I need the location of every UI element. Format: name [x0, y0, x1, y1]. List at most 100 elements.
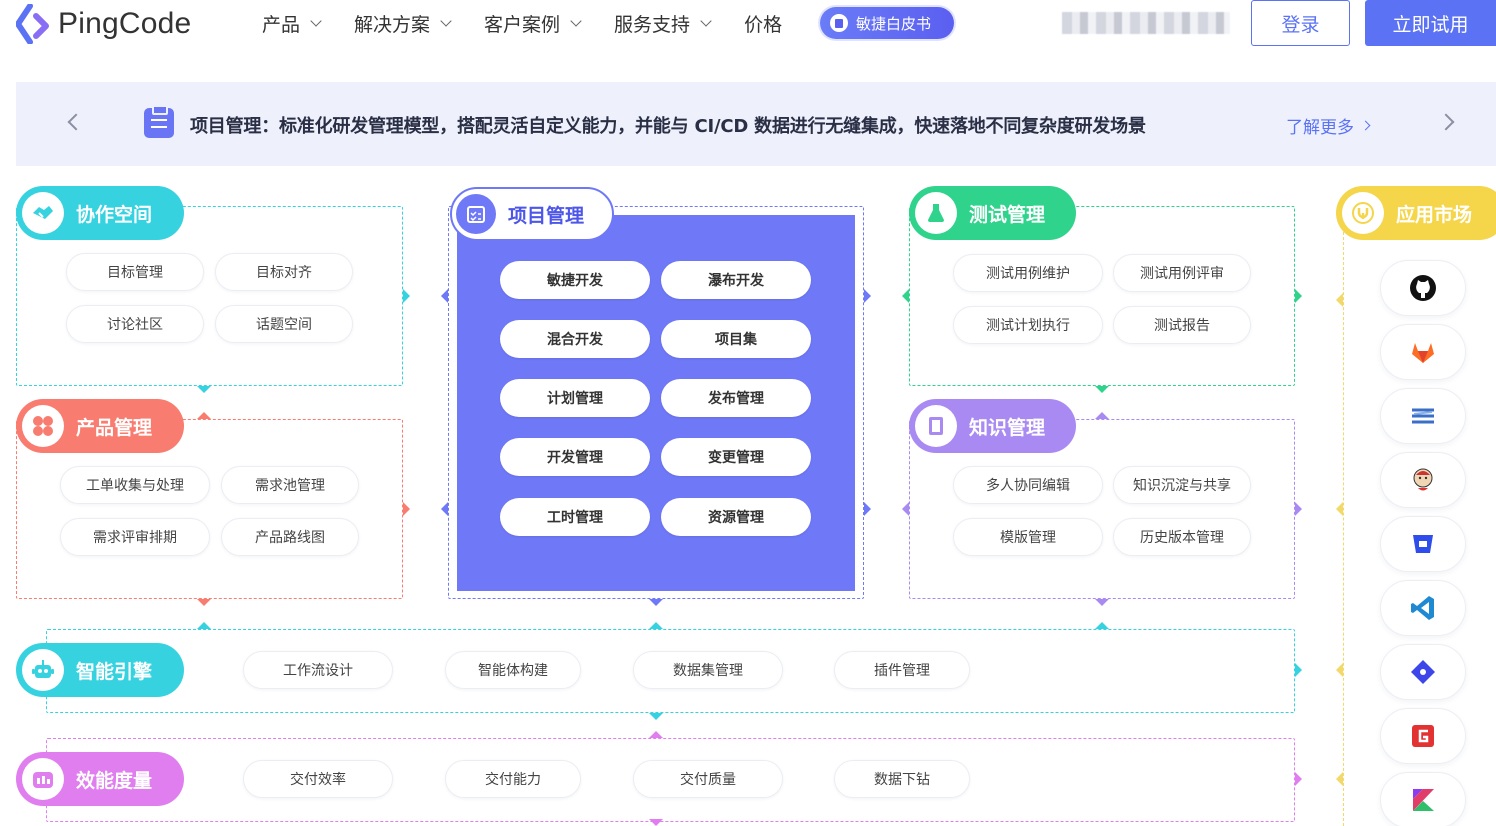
grid-icon: [22, 405, 64, 447]
connector-arrow: [441, 502, 448, 516]
chip-timesheet-management[interactable]: 工时管理: [500, 498, 650, 536]
ai-engine-header[interactable]: 智能引擎: [16, 643, 184, 697]
chip-delivery-quality[interactable]: 交付质量: [633, 760, 783, 798]
chip-test-case-maintenance[interactable]: 测试用例维护: [953, 254, 1103, 292]
git-icon: [1411, 660, 1435, 684]
nav-item-products[interactable]: 产品: [262, 10, 322, 37]
app-tile-github[interactable]: [1380, 260, 1466, 316]
chip-test-report[interactable]: 测试报告: [1113, 306, 1251, 344]
module-title: 智能引擎: [76, 660, 153, 683]
chip-template-management[interactable]: 模版管理: [953, 518, 1103, 556]
module-title: 项目管理: [508, 204, 585, 227]
chevron-right-icon[interactable]: [1437, 113, 1455, 131]
chip-dataset-management[interactable]: 数据集管理: [633, 651, 783, 689]
pingcode-logo-icon: [16, 4, 49, 44]
connector-arrow: [649, 819, 663, 826]
chip-waterfall-dev[interactable]: 瀑布开发: [661, 261, 811, 299]
chip-hybrid-dev[interactable]: 混合开发: [500, 320, 650, 358]
nav-item-support[interactable]: 服务支持: [614, 10, 712, 37]
module-title: 效能度量: [76, 769, 153, 792]
free-trial-button[interactable]: 立即试用: [1365, 0, 1496, 46]
connector-arrow: [902, 289, 909, 303]
app-tile-layers[interactable]: [1380, 388, 1466, 444]
jenkins-icon: [1413, 468, 1433, 491]
logo-text: PingCode: [58, 7, 192, 40]
chip-resource-management[interactable]: 资源管理: [661, 498, 811, 536]
connector-arrow: [649, 713, 663, 720]
knowledge-management-header[interactable]: 知识管理: [909, 399, 1076, 453]
learn-more-link[interactable]: 了解更多: [1286, 113, 1371, 138]
pingcode-logo[interactable]: PingCode: [16, 4, 191, 44]
testing-management-header[interactable]: 测试管理: [909, 186, 1076, 240]
chip-topic-space[interactable]: 话题空间: [215, 305, 353, 343]
connector-arrow: [1336, 293, 1343, 307]
chip-collab-editing[interactable]: 多人协同编辑: [953, 466, 1103, 504]
chip-requirement-review[interactable]: 需求评审排期: [60, 518, 210, 556]
chip-plugin-management[interactable]: 插件管理: [834, 651, 970, 689]
chip-delivery-capability[interactable]: 交付能力: [445, 760, 581, 798]
chip-requirement-pool[interactable]: 需求池管理: [221, 466, 359, 504]
app-tile-git[interactable]: [1380, 644, 1466, 700]
module-title: 产品管理: [76, 416, 153, 439]
app-tile-vscode[interactable]: [1380, 580, 1466, 636]
chip-discussion-community[interactable]: 讨论社区: [66, 305, 204, 343]
chevron-left-icon[interactable]: [67, 113, 85, 131]
connector-arrow: [1095, 599, 1109, 606]
chip-dev-management[interactable]: 开发管理: [500, 438, 650, 476]
learn-more-label: 了解更多: [1286, 118, 1354, 138]
connector-arrow: [1295, 502, 1302, 516]
collab-space-header[interactable]: 协作空间: [16, 186, 184, 240]
app-market-header[interactable]: 应用市场: [1336, 186, 1496, 240]
gitee-icon: [1412, 725, 1434, 747]
agile-whitepaper-badge[interactable]: 敏捷白皮书: [820, 7, 954, 39]
nav-label: 服务支持: [614, 13, 691, 36]
banner-text: 项目管理：标准化研发管理模型，搭配灵活自定义能力，并能与 CI/CD 数据进行无…: [190, 116, 1146, 137]
chip-goal-management[interactable]: 目标管理: [66, 253, 204, 291]
app-tile-jenkins[interactable]: [1380, 452, 1466, 508]
chip-plan-management[interactable]: 计划管理: [500, 379, 650, 417]
handshake-icon: [22, 192, 64, 234]
product-management-header[interactable]: 产品管理: [16, 399, 184, 453]
badge-label: 敏捷白皮书: [856, 14, 932, 33]
checklist-icon: [456, 194, 496, 234]
app-tile-kotlin[interactable]: [1380, 772, 1466, 826]
app-tile-gitlab[interactable]: [1380, 324, 1466, 380]
product-intro-banner: 项目管理：标准化研发管理模型，搭配灵活自定义能力，并能与 CI/CD 数据进行无…: [16, 82, 1496, 166]
site-header: PingCode 产品 解决方案 客户案例 服务支持 价格 敏捷白皮书 登录 立…: [0, 0, 1496, 62]
chip-test-plan-execution[interactable]: 测试计划执行: [953, 306, 1103, 344]
chip-agent-building[interactable]: 智能体构建: [445, 651, 581, 689]
chip-workflow-design[interactable]: 工作流设计: [243, 651, 393, 689]
nav-item-cases[interactable]: 客户案例: [484, 10, 582, 37]
app-tile-gitee[interactable]: [1380, 708, 1466, 764]
chip-data-drilldown[interactable]: 数据下钻: [834, 760, 970, 798]
chip-test-case-review[interactable]: 测试用例评审: [1113, 254, 1251, 292]
chip-ticket-handling[interactable]: 工单收集与处理: [60, 466, 210, 504]
nav-label: 价格: [744, 13, 783, 36]
checklist-icon: [144, 105, 174, 138]
chevron-down-icon: [570, 14, 582, 27]
book-icon: [915, 405, 957, 447]
chip-knowledge-sharing[interactable]: 知识沉淀与共享: [1113, 466, 1251, 504]
chip-product-roadmap[interactable]: 产品路线图: [221, 518, 359, 556]
metrics-header[interactable]: 效能度量: [16, 752, 184, 806]
module-title: 知识管理: [969, 416, 1046, 439]
chip-delivery-efficiency[interactable]: 交付效率: [243, 760, 393, 798]
connector-arrow: [197, 622, 211, 629]
chip-release-management[interactable]: 发布管理: [661, 379, 811, 417]
layers-icon: [1412, 408, 1434, 424]
login-button[interactable]: 登录: [1251, 0, 1350, 46]
chip-goal-alignment[interactable]: 目标对齐: [215, 253, 353, 291]
chip-change-management[interactable]: 变更管理: [661, 438, 811, 476]
nav-item-pricing[interactable]: 价格: [744, 10, 782, 37]
chip-program[interactable]: 项目集: [661, 320, 811, 358]
nav-item-solutions[interactable]: 解决方案: [354, 10, 452, 37]
app-tile-bitbucket[interactable]: [1380, 516, 1466, 572]
connector-arrow: [403, 289, 410, 303]
main-nav: 产品 解决方案 客户案例 服务支持 价格: [262, 8, 816, 38]
chip-agile-dev[interactable]: 敏捷开发: [500, 261, 650, 299]
connector-arrow: [649, 622, 663, 629]
dashboard-icon: [22, 758, 64, 800]
project-management-header[interactable]: 项目管理: [450, 187, 614, 241]
chip-version-history[interactable]: 历史版本管理: [1113, 518, 1251, 556]
connector-arrow: [1095, 622, 1109, 629]
